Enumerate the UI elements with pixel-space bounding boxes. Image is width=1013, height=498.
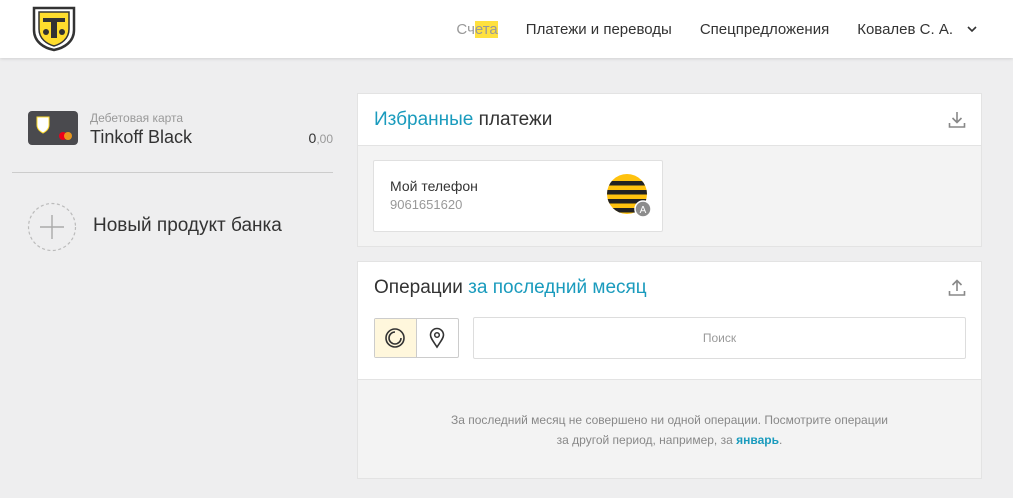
map-view-button[interactable]: [417, 319, 459, 357]
favorite-phone-number: 9061651620: [390, 197, 463, 212]
view-toggle: [374, 318, 459, 358]
sidebar-divider: [12, 172, 333, 173]
account-type: Дебетовая карта: [90, 111, 184, 125]
favorite-name: Мой телефон: [390, 178, 478, 194]
download-icon[interactable]: [947, 110, 967, 130]
favorites-title-rest: платежи: [473, 109, 553, 130]
favorite-badge-letter: A: [640, 205, 647, 216]
nav-offers[interactable]: Спецпредложения: [700, 21, 829, 38]
period-selector[interactable]: за последний месяц: [468, 277, 647, 298]
chart-view-button[interactable]: [375, 319, 417, 357]
empty-operations-message: За последний месяц не совершено ни одной…: [358, 410, 981, 450]
new-product-label: Новый продукт банка: [93, 215, 282, 236]
chevron-down-icon: [967, 26, 977, 33]
main-nav: Счета Платежи и переводы Спецпредложения…: [428, 0, 977, 58]
favorites-title: Избранные платежи: [374, 109, 552, 131]
tinkoff-logo[interactable]: [28, 4, 80, 52]
favorites-panel: Избранные платежи Мой телефон 9061651620…: [357, 93, 982, 247]
account-balance: 0,00: [309, 130, 333, 146]
operations-title: Операции за последний месяц: [374, 277, 647, 299]
favorites-header: Избранные платежи: [358, 94, 981, 146]
balance-decimal: ,00: [316, 132, 333, 146]
location-pin-icon: [429, 327, 445, 349]
upload-icon[interactable]: [947, 278, 967, 298]
empty-message-line2-text: за другой период, например, за: [556, 433, 737, 447]
operations-panel: Операции за последний месяц За последний…: [357, 261, 982, 479]
operations-title-text: Операции: [374, 277, 469, 298]
nav-accounts[interactable]: Счета: [456, 20, 498, 38]
plus-circle-icon: [27, 202, 77, 252]
empty-message-line2-end: .: [778, 433, 783, 447]
card-icon: [28, 111, 78, 145]
empty-message-line1: За последний месяц не совершено ни одной…: [450, 413, 889, 427]
beeline-logo-icon: A: [607, 174, 651, 218]
nav-accounts-highlight: ета: [474, 20, 498, 38]
nav-accounts-label: Сч: [456, 20, 475, 38]
new-product-button[interactable]: Новый продукт банка: [27, 202, 307, 252]
user-name: Ковалев С. А.: [857, 20, 953, 38]
favorite-payment-tile[interactable]: Мой телефон 9061651620 A: [373, 160, 663, 232]
account-name: Tinkoff Black: [90, 127, 193, 147]
pie-chart-icon: [385, 328, 406, 348]
user-menu[interactable]: Ковалев С. А.: [857, 21, 977, 38]
operations-header: Операции за последний месяц: [358, 262, 981, 380]
favorites-title-accent[interactable]: Избранные: [374, 109, 473, 130]
operations-search-input[interactable]: [473, 317, 966, 359]
account-card-item[interactable]: Дебетовая карта Tinkoff Black 0,00: [28, 108, 333, 158]
top-header: Счета Платежи и переводы Спецпредложения…: [0, 0, 1013, 58]
january-link[interactable]: январь: [736, 433, 779, 447]
empty-message-line2: за другой период, например, за январь.: [358, 430, 981, 450]
nav-payments[interactable]: Платежи и переводы: [526, 21, 672, 38]
